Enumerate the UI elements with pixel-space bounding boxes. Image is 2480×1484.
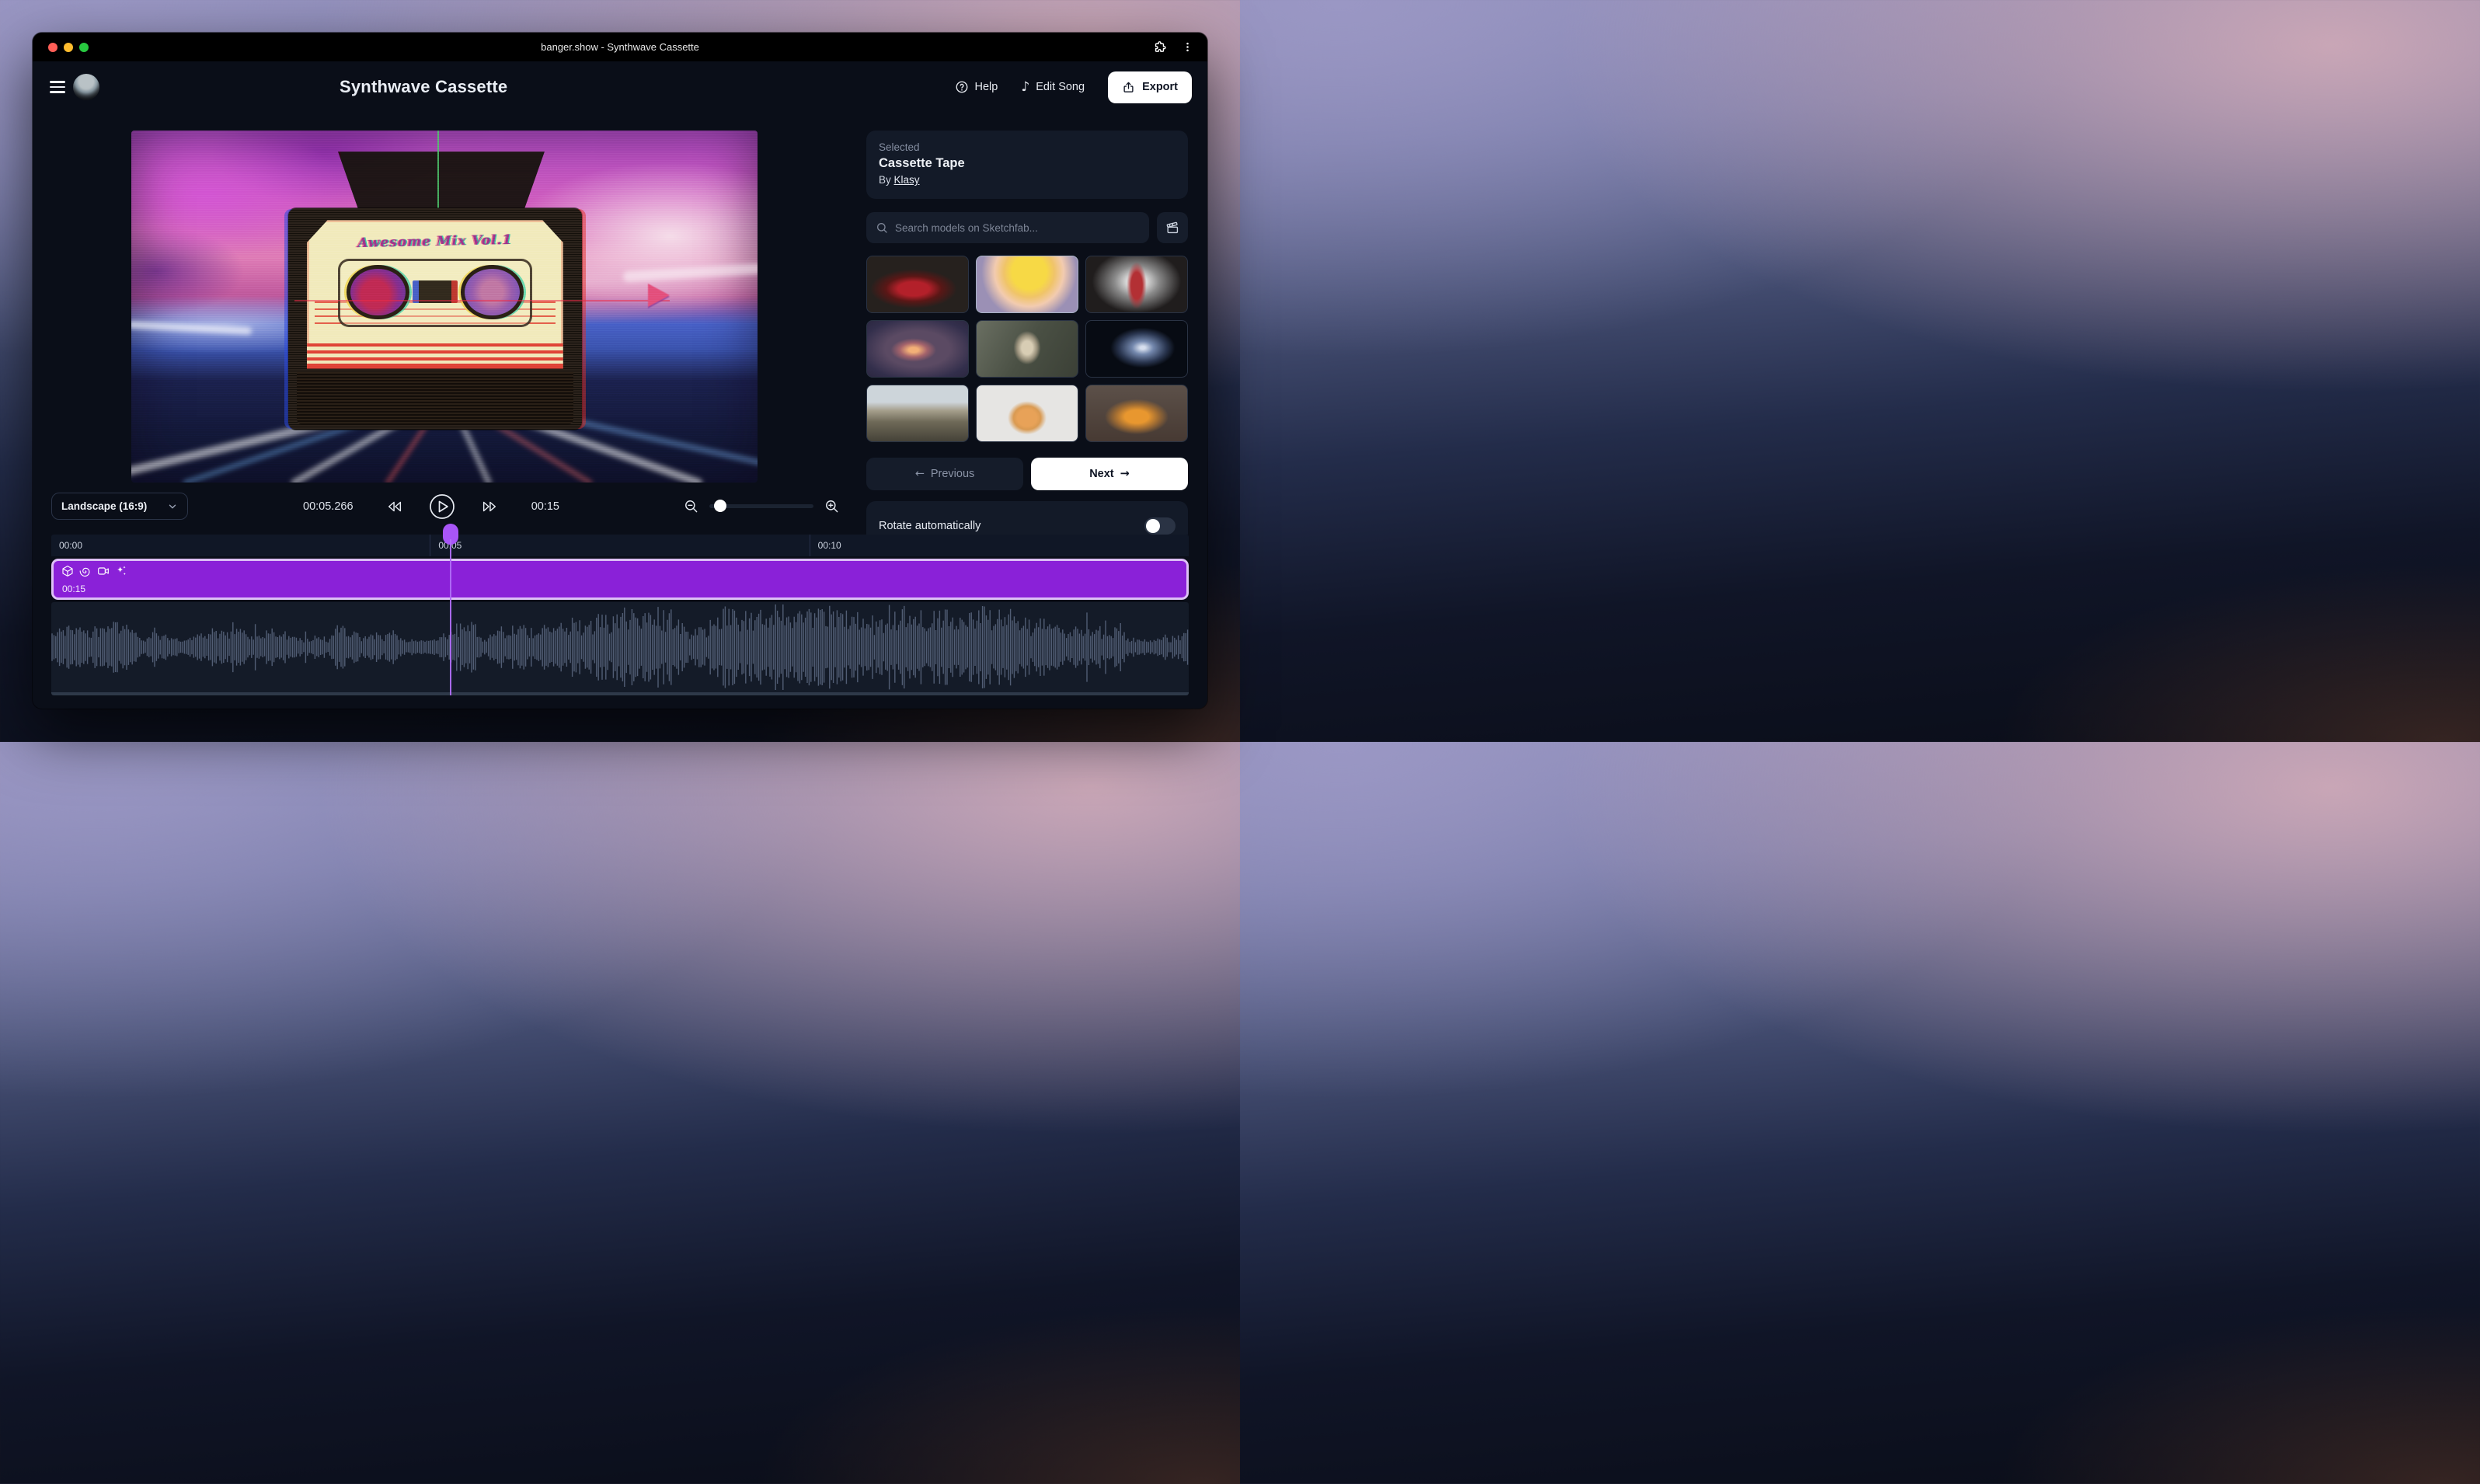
chevron-down-icon [167,501,178,512]
help-circle-icon [955,80,969,94]
model-thumb-fantasy-character[interactable] [1085,256,1188,313]
music-note-icon: ♪ [1021,81,1029,94]
arrow-left-icon: ← [915,468,925,480]
red-glitch-line [294,300,671,301]
video-preview-viewport[interactable]: Awesome Mix Vol.1 [131,131,758,482]
model-thumb-shiba[interactable] [976,385,1078,442]
aspect-ratio-dropdown[interactable]: Landscape (16:9) [51,493,188,520]
model-thumb-city-street[interactable] [866,385,969,442]
timeline-zoom-controls [684,494,839,517]
cube-3d-icon [61,565,74,577]
zoom-out-icon[interactable] [684,499,698,514]
green-glitch-line [437,131,439,211]
app-header: Synthwave Cassette Help ♪ Edit Song [33,61,1207,113]
selected-heading: Selected [879,141,1176,153]
waveform-graphic [51,602,1189,692]
cassette-3d-model[interactable]: Awesome Mix Vol.1 [288,208,583,430]
transport-controls: 00:05.266 00:15 [303,491,559,522]
kebab-menu-icon[interactable] [1179,40,1195,55]
minimize-window-button[interactable] [64,43,73,52]
close-window-button[interactable] [48,43,57,52]
model-thumbnail-grid [866,256,1188,442]
pink-arrow-cone [648,284,670,307]
export-button[interactable]: Export [1108,71,1192,103]
ruler-tick-label: 00:05 [430,535,809,556]
user-avatar[interactable] [73,74,99,100]
timeline-ruler[interactable]: 00:00 00:05 00:10 [51,535,1189,556]
current-time-display: 00:05.266 [303,500,361,513]
timeline-video-clip[interactable]: 00:15 [51,559,1189,600]
audio-waveform-track[interactable] [51,602,1189,695]
model-thumb-sports-car[interactable] [866,256,969,313]
cassette-handwritten-title: Awesome Mix Vol.1 [307,231,563,252]
help-button[interactable]: Help [955,80,998,94]
rotate-automatically-label: Rotate automatically [879,520,981,532]
clip-track-icons [61,565,127,577]
ruler-tick-label: 00:00 [51,535,430,556]
clapperboard-button[interactable] [1157,212,1188,243]
cassette-left-reel [347,265,409,319]
spiral-icon [79,565,92,577]
zoom-slider-knob[interactable] [714,500,726,512]
search-icon [876,221,888,234]
search-input[interactable] [895,222,1140,234]
cassette-bottom-section [297,372,573,425]
model-thumb-storm-clouds[interactable] [866,320,969,378]
selected-model-name: Cassette Tape [879,156,1176,171]
zoom-slider[interactable] [709,500,813,512]
model-thumb-galaxy[interactable] [1085,320,1188,378]
cassette-reel-window [338,259,532,327]
cassette-right-reel [461,265,524,319]
cassette-red-band [307,343,563,369]
cassette-label: Awesome Mix Vol.1 [307,220,563,368]
clip-duration-label: 00:15 [62,583,85,594]
hamburger-menu-icon[interactable] [50,79,65,95]
rotate-toggle[interactable] [1144,517,1176,535]
playhead-handle[interactable] [443,524,458,545]
total-time-display: 00:15 [524,500,559,513]
video-camera-icon [97,565,110,577]
model-search-box[interactable] [866,212,1149,243]
app-window: banger.show - Synthwave Cassette Synthwa… [33,33,1207,709]
model-sidebar: Selected Cassette Tape By Klasy [866,131,1188,535]
window-title: banger.show - Synthwave Cassette [33,41,1207,53]
rewind-button[interactable] [386,500,403,514]
extensions-puzzle-icon[interactable] [1151,40,1167,55]
model-author-line: By Klasy [879,174,1176,186]
previous-page-button[interactable]: ← Previous [866,458,1023,490]
zoom-in-icon[interactable] [824,499,839,514]
sparkles-icon [115,565,127,577]
model-thumb-anime-girl[interactable] [976,256,1078,313]
zoom-window-button[interactable] [79,43,89,52]
author-link[interactable]: Klasy [894,174,920,186]
model-thumb-skull[interactable] [976,320,1078,378]
arrow-right-icon: → [1120,468,1130,480]
share-upload-icon [1122,81,1135,94]
model-thumb-toy-car[interactable] [1085,385,1188,442]
fast-forward-button[interactable] [481,500,498,514]
window-titlebar: banger.show - Synthwave Cassette [33,33,1207,61]
selected-model-card: Selected Cassette Tape By Klasy [866,131,1188,199]
edit-song-button[interactable]: ♪ Edit Song [1021,81,1085,94]
traffic-lights [48,43,89,52]
desktop-wallpaper: { "window": { "titlebar_title": "banger.… [0,0,1240,742]
project-title: Synthwave Cassette [340,77,507,97]
next-page-button[interactable]: Next → [1031,458,1188,490]
play-button[interactable] [429,493,455,520]
rotate-automatically-card: Rotate automatically [866,501,1188,535]
rotate-toggle-knob [1146,519,1160,533]
ruler-tick-label: 00:10 [810,535,1189,556]
